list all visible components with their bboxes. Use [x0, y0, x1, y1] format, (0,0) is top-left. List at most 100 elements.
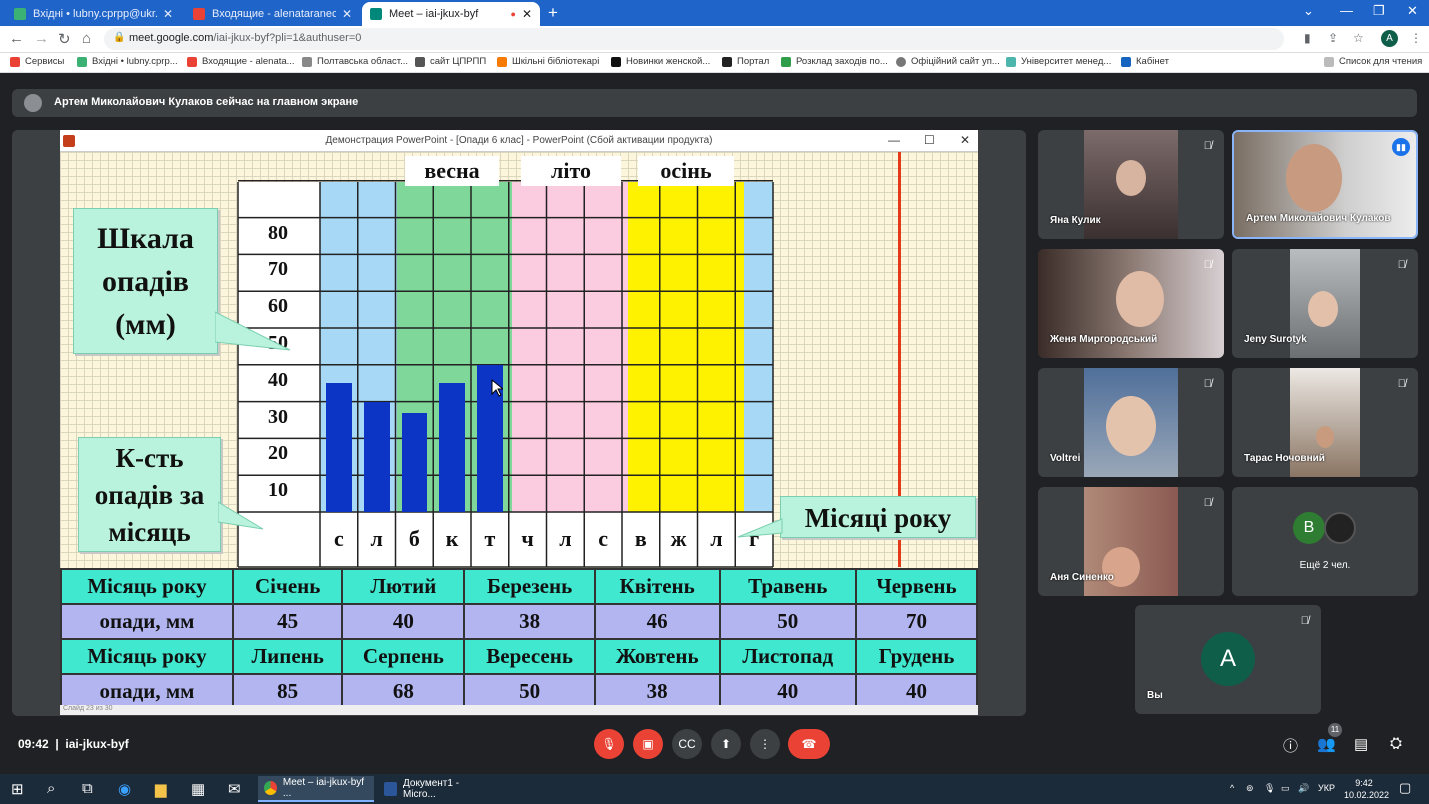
tab-meet[interactable]: Meet – iai-jkux-byf ● ✕	[362, 2, 540, 26]
task-view-icon[interactable]: ⧉	[82, 780, 93, 797]
bookmark-item[interactable]: Вхідні • lubny.cprp...	[77, 56, 178, 67]
taskbar-app-chrome[interactable]: Meet – iai-jkux-byf ...	[258, 776, 374, 802]
participant-tile[interactable]: 🎙̸ Аня Синенко	[1038, 487, 1224, 596]
mic-off-icon: 🎙̸	[1203, 378, 1212, 390]
tray-chevron-icon[interactable]: ^	[1230, 783, 1234, 793]
season-label-autumn: осінь	[638, 156, 734, 186]
language-indicator[interactable]: УКР	[1318, 783, 1335, 793]
taskbar-app-word[interactable]: Документ1 - Micro...	[378, 776, 494, 802]
mic-off-icon: 🎙̸	[1203, 497, 1212, 509]
maximize-icon[interactable]: ❐	[1373, 3, 1385, 19]
forward-icon[interactable]: →	[34, 30, 49, 47]
bookmark-item[interactable]: Шкільні бібліотекарі	[497, 56, 599, 67]
y-tick-label: 40	[268, 368, 288, 391]
participant-tile[interactable]: ▮▮ Артем Миколайович Кулаков	[1232, 130, 1418, 239]
table-cell: Листопад	[718, 638, 857, 675]
windows-start-icon[interactable]: ⊞	[11, 780, 24, 798]
chrome-icon	[264, 781, 277, 795]
table-cell: Місяць року	[60, 638, 234, 675]
mic-off-button[interactable]: 🎙	[594, 729, 624, 759]
tab-search-icon[interactable]: ⌄	[1303, 3, 1314, 19]
bookmark-item[interactable]: Входящие - alenata...	[187, 56, 295, 67]
reload-icon[interactable]: ↻	[58, 30, 71, 48]
more-options-button[interactable]: ⋮	[750, 729, 780, 759]
scale-callout: Шкала опадів (мм)	[73, 208, 218, 354]
browser-tab-bar: Вхідні • lubny.cprpp@ukr.net ✕ Входящие …	[0, 0, 1429, 26]
microphone-icon[interactable]: 🎙	[1264, 783, 1275, 794]
minimize-icon[interactable]: —	[1340, 3, 1353, 18]
table-cell: 68	[341, 673, 466, 710]
bookmark-apps[interactable]: Сервисы	[10, 56, 64, 67]
activities-icon[interactable]: ⛭	[1390, 735, 1402, 752]
tab-gmail[interactable]: Входящие - alenataranec2019@ ✕	[185, 2, 360, 26]
participants-icon[interactable]: 👥	[1317, 735, 1336, 753]
table-cell: Серпень	[341, 638, 466, 675]
new-tab-button[interactable]: +	[548, 3, 558, 23]
more-participants-tile[interactable]: В Ещё 2 чел.	[1232, 487, 1418, 596]
globe-icon	[896, 56, 906, 67]
ppt-minimize-icon[interactable]: —	[888, 133, 900, 147]
participant-tile[interactable]: 🎙̸ Voltrei	[1038, 368, 1224, 477]
chat-icon[interactable]: ▤	[1354, 735, 1368, 753]
close-icon[interactable]: ✕	[163, 7, 173, 21]
bookmark-item[interactable]: Офіційний сайт уп...	[896, 56, 1000, 67]
search-icon[interactable]: ⌕	[47, 780, 55, 797]
participant-tile[interactable]: 🎙̸ Тарас Ночовний	[1232, 368, 1418, 477]
mail-icon	[77, 56, 87, 67]
precipitation-table: Місяць року Січень Лютий Березень Квітен…	[60, 568, 978, 710]
gmail-favicon-icon	[193, 8, 205, 20]
table-cell: опади, мм	[60, 673, 234, 710]
bar	[439, 383, 465, 512]
bookmark-star-icon[interactable]: ☆	[1353, 31, 1364, 45]
mouse-cursor-icon	[491, 379, 503, 397]
bookmark-item[interactable]: сайт ЦПРПП	[415, 56, 486, 67]
participant-tile[interactable]: 🎙̸ Jeny Surotyk	[1232, 249, 1418, 358]
meet-favicon-icon	[370, 8, 382, 20]
tab-ukrnet[interactable]: Вхідні • lubny.cprpp@ukr.net ✕	[6, 2, 181, 26]
bookmark-item[interactable]: Портал	[722, 56, 769, 67]
volume-icon[interactable]: 🔊	[1298, 783, 1309, 794]
menu-icon[interactable]: ⋮	[1410, 31, 1422, 45]
mail-icon[interactable]: ✉	[228, 780, 241, 798]
participants-count-badge: 11	[1328, 723, 1342, 737]
edge-icon[interactable]: ◉	[118, 780, 131, 798]
participant-tile[interactable]: 🎙̸ Женя Миргородський	[1038, 249, 1224, 358]
captions-button[interactable]: CC	[672, 729, 702, 759]
address-bar[interactable]: 🔒 meet.google.com/iai-jkux-byf?pli=1&aut…	[104, 28, 1284, 50]
table-cell: Квітень	[593, 568, 721, 605]
self-tile[interactable]: А 🎙̸ Вы	[1135, 605, 1321, 714]
reading-list[interactable]: Список для чтения	[1324, 56, 1422, 67]
network-icon[interactable]: ⊚	[1246, 783, 1254, 794]
diamond-icon	[1006, 56, 1016, 67]
close-window-icon[interactable]: ✕	[1407, 3, 1418, 19]
ppt-maximize-icon[interactable]: ☐	[924, 133, 935, 147]
participant-tile[interactable]: 🎙̸ Яна Кулик	[1038, 130, 1224, 239]
store-icon[interactable]: ▦	[191, 780, 205, 798]
system-clock[interactable]: 9:42 10.02.2022	[1344, 777, 1389, 801]
bookmark-item[interactable]: Університет менед...	[1006, 56, 1111, 67]
close-icon[interactable]: ✕	[342, 7, 352, 21]
table-cell: Травень	[718, 568, 857, 605]
profile-avatar[interactable]: A	[1381, 30, 1398, 47]
notifications-icon[interactable]: ▢	[1399, 780, 1411, 796]
camera-permission-icon[interactable]: ▮	[1304, 31, 1311, 45]
battery-icon[interactable]: ▭	[1281, 783, 1290, 794]
home-icon[interactable]: ⌂	[82, 30, 91, 47]
ppt-close-icon[interactable]: ✕	[960, 133, 970, 147]
bookmark-item[interactable]: Розклад заходів по...	[781, 56, 888, 67]
bookmarks-bar: Сервисы Вхідні • lubny.cprp... Входящие …	[0, 53, 1429, 73]
share-icon[interactable]: ⇪	[1328, 31, 1338, 45]
file-explorer-icon[interactable]: ▆	[155, 780, 167, 798]
meeting-details-icon[interactable]: ⓘ	[1283, 735, 1298, 756]
leave-call-button[interactable]: ☎	[788, 729, 830, 759]
bookmark-item[interactable]: Кабінет	[1121, 56, 1169, 67]
bookmark-item[interactable]: Новинки женской...	[611, 56, 710, 67]
present-button[interactable]: ⬆	[711, 729, 741, 759]
x-tick-label: л	[370, 526, 383, 551]
bookmark-item[interactable]: Полтавська област...	[302, 56, 408, 67]
close-icon[interactable]: ✕	[522, 7, 532, 21]
back-icon[interactable]: ←	[9, 30, 24, 47]
camera-off-button[interactable]: ▣	[633, 729, 663, 759]
ppt-statusbar: Слайд 23 из 30	[60, 705, 978, 715]
table-cell: 38	[463, 603, 596, 640]
